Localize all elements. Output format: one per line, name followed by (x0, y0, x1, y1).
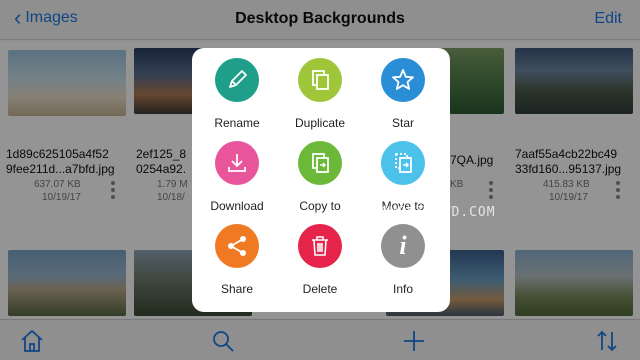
download-label: Download (210, 199, 264, 213)
rename-label: Rename (214, 116, 260, 130)
delete-action[interactable]: Delete (280, 224, 360, 296)
copy-to-action[interactable]: Copy to (280, 141, 360, 213)
info-label: Info (392, 282, 413, 296)
duplicate-action[interactable]: Duplicate (280, 58, 360, 130)
pencil-icon (215, 58, 259, 102)
star-icon (381, 58, 425, 102)
move-to-icon (381, 141, 425, 185)
star-action[interactable]: Star (363, 58, 443, 130)
move-to-action[interactable]: Move to (363, 141, 443, 213)
trash-icon (298, 224, 342, 268)
info-icon: i (381, 224, 425, 268)
download-icon (215, 141, 259, 185)
info-action[interactable]: i Info (363, 224, 443, 296)
copy-to-icon (298, 141, 342, 185)
rename-action[interactable]: Rename (197, 58, 277, 130)
share-label: Share (220, 282, 254, 296)
share-action[interactable]: Share (197, 224, 277, 296)
duplicate-label: Duplicate (294, 116, 346, 130)
watermark: COMPUTERWD.COM (372, 205, 496, 220)
actions-popup: Rename Duplicate Star Download Copy to M… (192, 48, 450, 312)
duplicate-icon (298, 58, 342, 102)
delete-label: Delete (302, 282, 338, 296)
download-action[interactable]: Download (197, 141, 277, 213)
copy-to-label: Copy to (299, 199, 341, 213)
star-label: Star (391, 116, 414, 130)
share-icon (215, 224, 259, 268)
